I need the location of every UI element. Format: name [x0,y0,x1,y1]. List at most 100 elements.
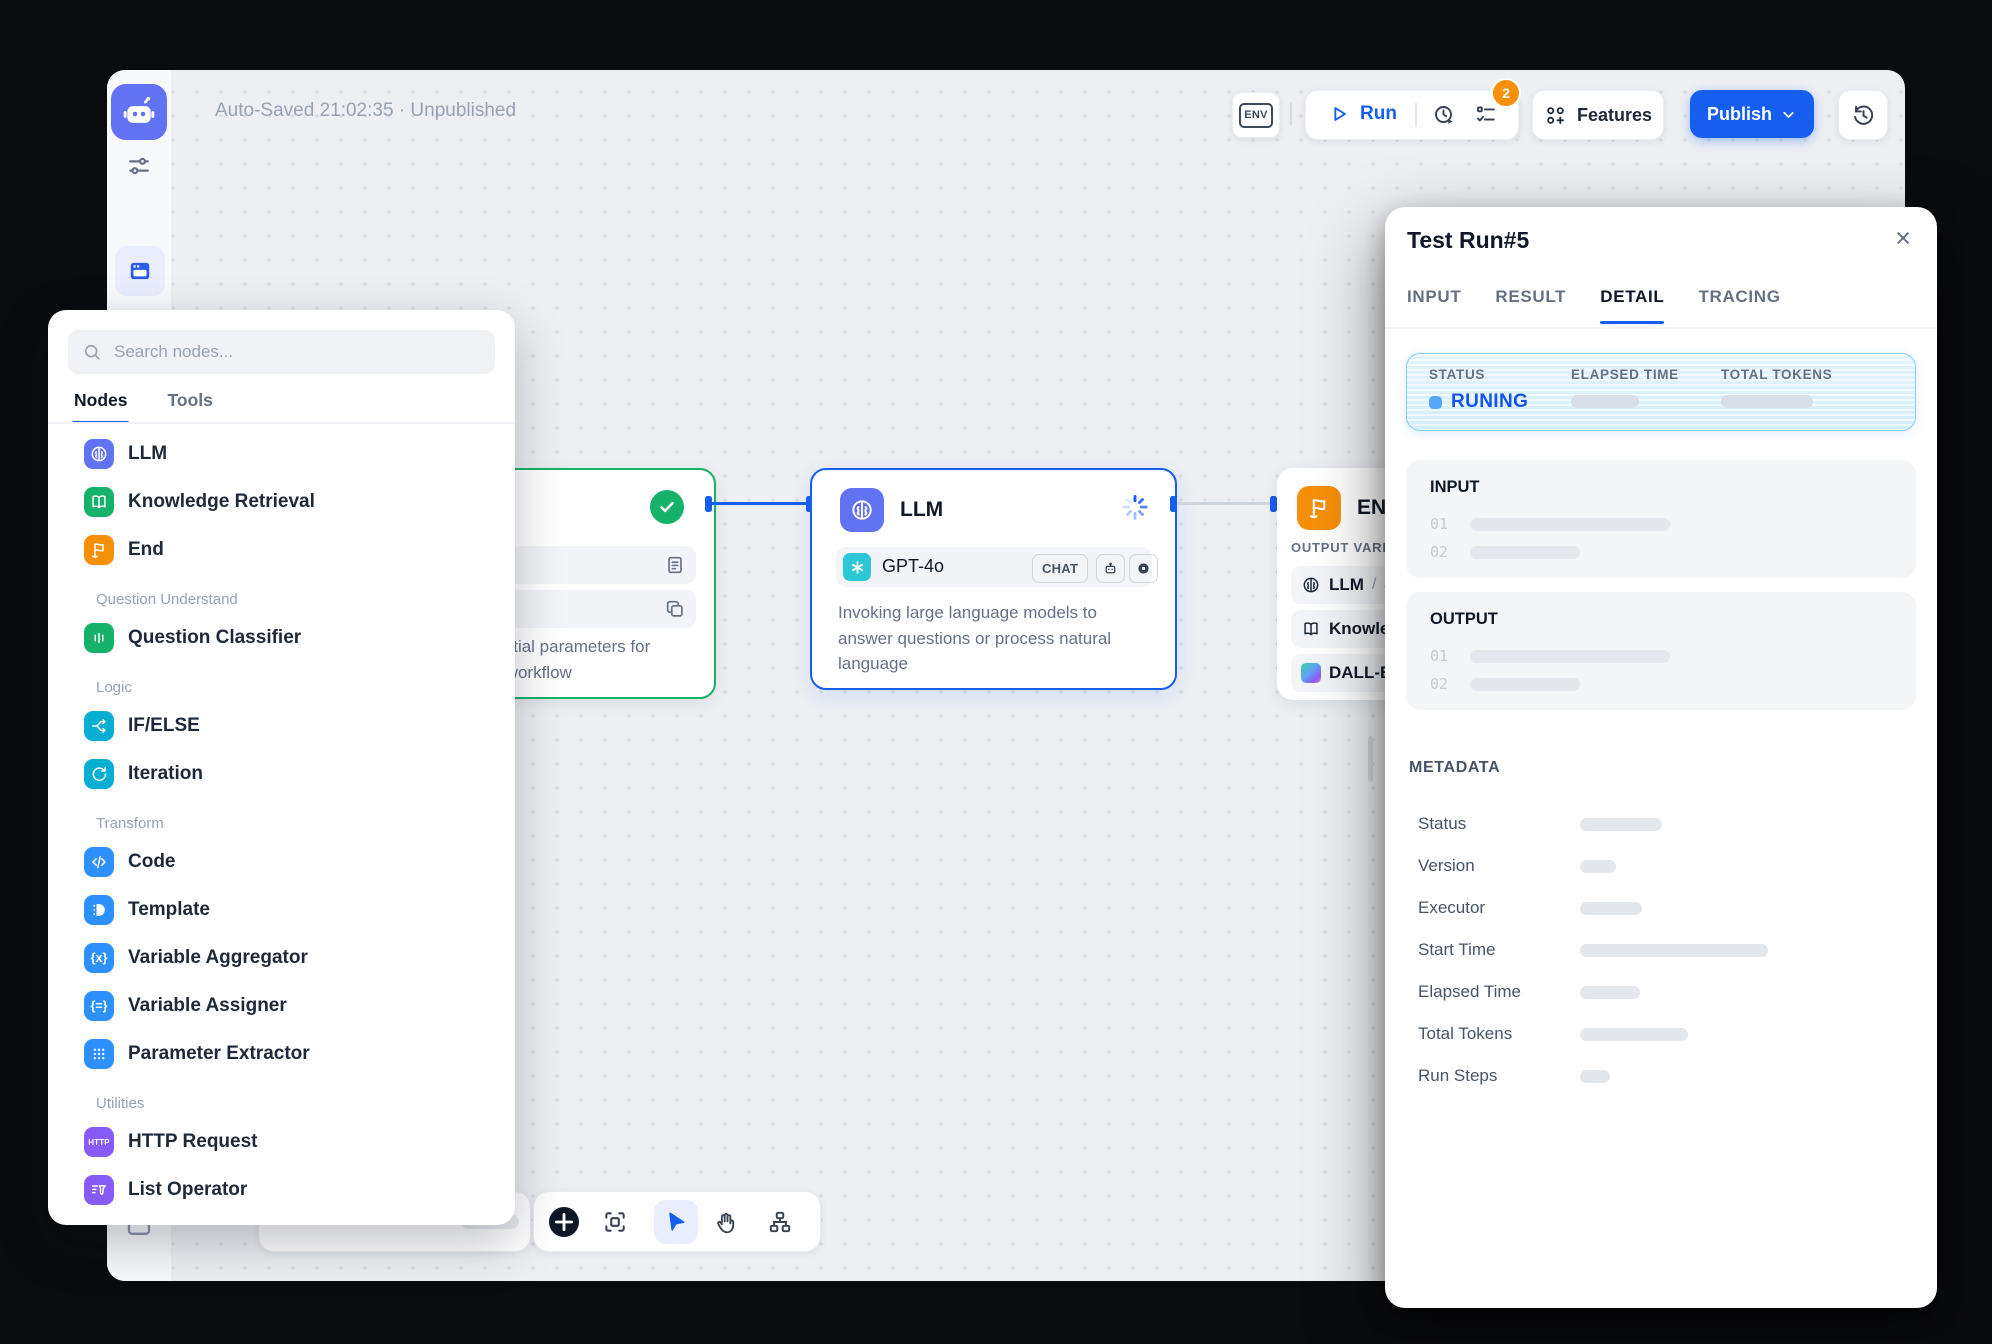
vision-badge[interactable] [1129,554,1158,583]
edge-port [1270,496,1277,512]
book-icon [84,487,114,517]
run-button-label: Run [1360,103,1397,125]
clock-play-icon [1432,103,1456,127]
classifier-icon [84,623,114,653]
env-button[interactable]: ENV [1232,92,1280,138]
run-button[interactable]: Run [1328,103,1397,125]
publish-button[interactable]: Publish [1690,90,1814,138]
input-card: INPUT 0102 [1406,460,1916,578]
tab-tools[interactable]: Tools [167,390,212,424]
run-toolbar-group: Run 2 [1305,90,1519,140]
search-icon [82,342,102,362]
topbar-divider [1290,103,1292,125]
node-item-if-else[interactable]: IF/ELSE [66,702,501,750]
node-section-header-question-understand: Question Understand [66,574,501,614]
node-section-header-transform: Transform [66,798,501,838]
node-selector-panel: Nodes Tools LLMKnowledge Retrieval End Ques… [48,310,515,1225]
add-node-button[interactable] [542,1200,586,1244]
frame-capture-button[interactable] [593,1200,637,1244]
test-run-tabs: INPUT RESULT DETAIL TRACING [1407,287,1781,324]
env-icon: ENV [1239,103,1273,128]
app-logo[interactable] [111,84,167,140]
node-item-list-operator[interactable]: List Operator [66,1166,501,1214]
node-item-parameter-extractor[interactable]: Parameter Extractor [66,1030,501,1078]
node-item-label: Variable Assigner [128,995,287,1017]
node-item-llm[interactable]: LLM [66,430,501,478]
autosave-status: Auto-Saved 21:02:35 · Unpublished [215,100,516,122]
node-item-iteration[interactable]: Iteration [66,750,501,798]
tab-tracing[interactable]: TRACING [1698,287,1780,324]
agent-badge[interactable] [1096,554,1125,583]
row-index: 01 [1430,647,1452,665]
llm-node[interactable]: LLM GPT-4o CHAT [810,468,1177,690]
node-item-code[interactable]: Code [66,838,501,886]
status-card: STATUS RUNING ELAPSED TIME TOTAL TOKENS [1406,353,1916,431]
value-placeholder [1470,650,1670,663]
pointer-tool-button[interactable] [654,1200,698,1244]
elapsed-time-placeholder [1571,395,1639,408]
frame-capture-icon [602,1209,628,1235]
run-tabs-divider [1385,327,1937,329]
value-placeholder [1470,546,1580,559]
node-item-template[interactable]: Template [66,886,501,934]
metadata-value-placeholder [1580,1028,1688,1041]
dots-icon [84,1039,114,1069]
canvas-toolbar [533,1191,821,1252]
organize-button[interactable] [758,1200,802,1244]
run-history-button[interactable] [1432,103,1456,127]
sliders-icon [125,152,153,180]
node-section-header-utilities: Utilities [66,1078,501,1118]
sidebar-item-preferences[interactable] [125,152,153,180]
search-input[interactable] [112,341,481,363]
placeholder-row-02: 02 [1430,670,1892,698]
document-icon [664,554,686,576]
metadata-row-executor: Executor [1418,887,1913,929]
publish-button-label: Publish [1707,104,1772,125]
placeholder-row-01: 01 [1430,510,1892,538]
close-icon[interactable]: × [1895,225,1911,252]
metadata-label: Run Steps [1418,1066,1497,1086]
tab-nodes[interactable]: Nodes [74,390,127,424]
row-index: 02 [1430,675,1452,693]
total-tokens-label: TOTAL TOKENS [1721,367,1901,382]
output-rows: 01 02 [1430,642,1892,698]
llm-model-row[interactable]: GPT-4o CHAT [836,547,1152,587]
run-group-divider [1415,103,1417,127]
node-item-question-classifier[interactable]: Question Classifier [66,614,501,662]
sidebar-item-workflow[interactable] [115,246,165,296]
hand-tool-button[interactable] [704,1200,748,1244]
tab-input[interactable]: INPUT [1407,287,1461,324]
status-dot-icon [1429,396,1442,409]
features-button[interactable]: Features [1532,90,1664,140]
node-item-label: Parameter Extractor [128,1043,310,1065]
node-item-knowledge-retrieval[interactable]: Knowledge Retrieval [66,478,501,526]
features-icon [1544,104,1567,127]
node-item-variable-aggregator[interactable]: {x}Variable Aggregator [66,934,501,982]
panel-drag-handle[interactable] [1368,736,1373,782]
node-item-label: List Operator [128,1179,247,1201]
edge-port [1170,496,1177,512]
placeholder-row-01: 01 [1430,642,1892,670]
metadata-value-placeholder [1580,902,1642,915]
version-history-button[interactable] [1838,90,1888,140]
chat-mode-badge: CHAT [1032,554,1088,583]
tab-detail[interactable]: DETAIL [1600,287,1664,324]
node-item-variable-assigner[interactable]: {=}Variable Assigner [66,982,501,1030]
checklist-button[interactable] [1474,103,1498,127]
placeholder-row-02: 02 [1430,538,1892,566]
elapsed-time-column: ELAPSED TIME [1571,367,1721,413]
metadata-label: Status [1418,814,1466,834]
var-x-icon: {x} [84,943,114,973]
node-item-http-request[interactable]: HTTPHTTP Request [66,1118,501,1166]
end-variable-name: DALL-E [1329,663,1391,683]
features-button-label: Features [1577,105,1652,126]
tab-result[interactable]: RESULT [1495,287,1566,324]
hand-icon [713,1209,739,1235]
code-icon [84,847,114,877]
book-icon [1301,619,1321,639]
http-icon: HTTP [84,1127,114,1157]
node-item-label: Template [128,899,210,921]
node-item-end[interactable]: End [66,526,501,574]
node-item-label: End [128,539,164,561]
metadata-value-placeholder [1580,1070,1610,1083]
